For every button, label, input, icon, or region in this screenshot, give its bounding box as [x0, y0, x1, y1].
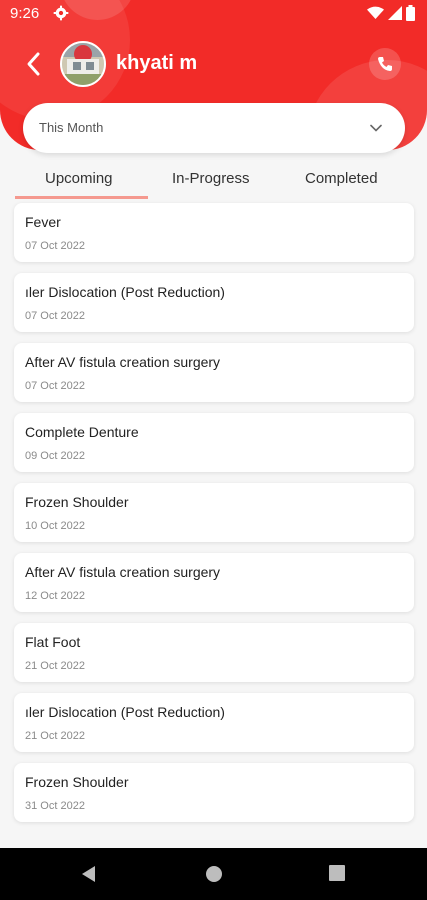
appointment-card[interactable]: Frozen Shoulder 31 Oct 2022 [14, 763, 414, 822]
nav-recents-icon[interactable] [329, 865, 345, 881]
appointment-date: 12 Oct 2022 [25, 590, 85, 602]
appointment-date: 31 Oct 2022 [25, 800, 85, 812]
appointment-title: After AV fistula creation surgery [25, 564, 221, 580]
period-dropdown[interactable]: This Month [23, 103, 405, 153]
nav-home-icon[interactable] [205, 865, 223, 883]
battery-icon [406, 5, 415, 21]
system-navigation-bar [0, 848, 427, 900]
tab-upcoming[interactable]: Upcoming [45, 170, 113, 187]
avatar-image [62, 43, 104, 85]
call-button[interactable] [369, 48, 401, 80]
appointment-date: 10 Oct 2022 [25, 520, 85, 532]
appointment-date: 07 Oct 2022 [25, 310, 85, 322]
appointment-card[interactable]: After AV fistula creation surgery 07 Oct… [14, 343, 414, 402]
appointment-title: Complete Denture [25, 424, 139, 440]
appointment-date: 21 Oct 2022 [25, 730, 85, 742]
appointment-title: ıler Dislocation (Post Reduction) [25, 284, 225, 300]
appointment-card[interactable]: Flat Foot 21 Oct 2022 [14, 623, 414, 682]
tab-in-progress[interactable]: In-Progress [172, 170, 250, 187]
status-time: 9:26 [10, 5, 40, 22]
patient-name: khyati m [116, 52, 198, 74]
appointment-date: 09 Oct 2022 [25, 450, 85, 462]
appointment-card[interactable]: ıler Dislocation (Post Reduction) 07 Oct… [14, 273, 414, 332]
avatar [60, 41, 106, 87]
appointment-card[interactable]: Complete Denture 09 Oct 2022 [14, 413, 414, 472]
nav-back-icon[interactable] [80, 865, 98, 883]
appointment-tabs: Upcoming In-Progress Completed [15, 165, 415, 199]
signal-icon [388, 6, 402, 20]
phone-icon [378, 57, 392, 71]
appointment-title: Flat Foot [25, 634, 81, 650]
back-arrow-icon[interactable] [22, 50, 46, 78]
status-bar: 9:26 [0, 0, 427, 28]
appointment-title: After AV fistula creation surgery [25, 354, 221, 370]
period-dropdown-value: This Month [39, 120, 104, 135]
appointment-title: Frozen Shoulder [25, 494, 129, 510]
appointment-date: 07 Oct 2022 [25, 240, 85, 252]
appointment-date: 21 Oct 2022 [25, 660, 85, 672]
status-icons [367, 5, 415, 21]
appointment-title: Fever [25, 214, 61, 230]
appointment-title: Frozen Shoulder [25, 774, 129, 790]
appointment-card[interactable]: Frozen Shoulder 10 Oct 2022 [14, 483, 414, 542]
active-tab-indicator [15, 196, 148, 199]
appointment-card[interactable]: Fever 07 Oct 2022 [14, 203, 414, 262]
appointment-card[interactable]: ıler Dislocation (Post Reduction) 21 Oct… [14, 693, 414, 752]
appointment-card[interactable]: After AV fistula creation surgery 12 Oct… [14, 553, 414, 612]
appointment-date: 07 Oct 2022 [25, 380, 85, 392]
chevron-down-icon [370, 124, 382, 132]
wifi-icon [367, 6, 384, 19]
tab-completed[interactable]: Completed [305, 170, 378, 187]
settings-icon [53, 5, 69, 21]
appointment-title: ıler Dislocation (Post Reduction) [25, 704, 225, 720]
